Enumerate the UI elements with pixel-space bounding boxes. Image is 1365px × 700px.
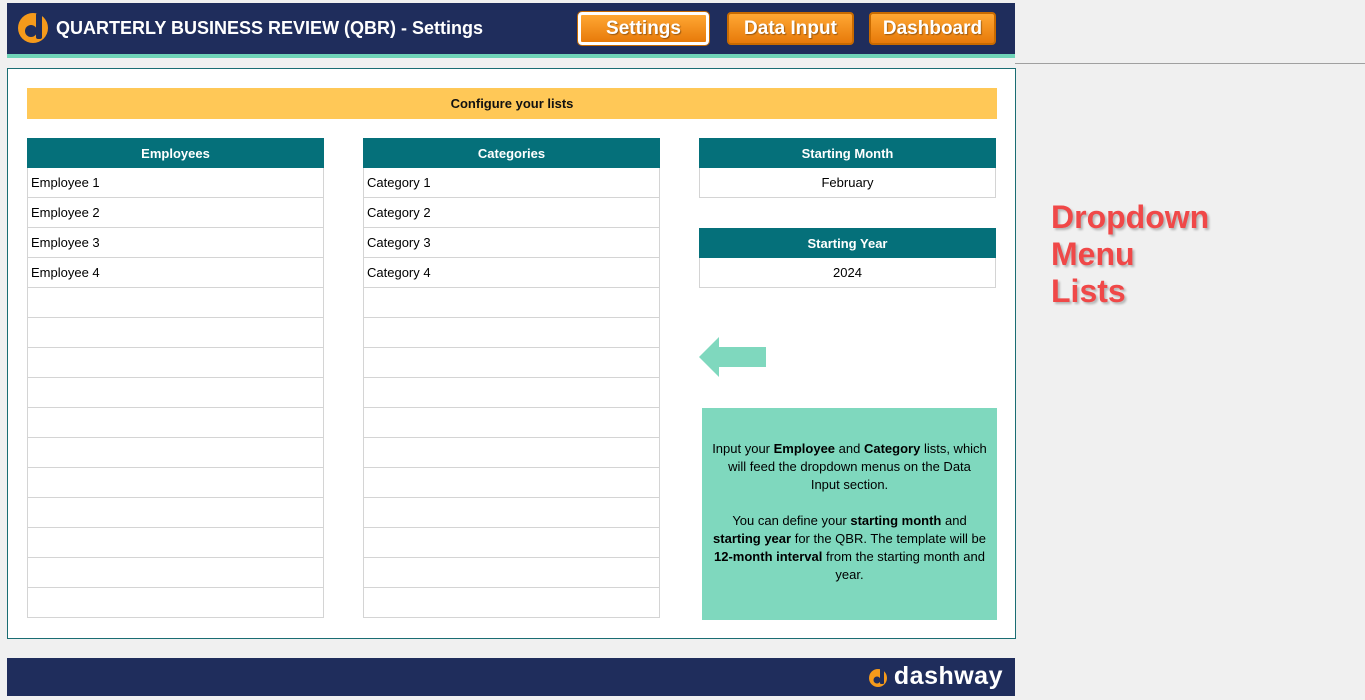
employee-row[interactable]: Employee 3	[27, 228, 324, 258]
employee-row[interactable]	[27, 588, 324, 618]
category-row[interactable]	[363, 408, 660, 438]
employees-header: Employees	[27, 138, 324, 168]
category-row[interactable]	[363, 558, 660, 588]
employee-row[interactable]	[27, 558, 324, 588]
side-label-line: Menu	[1051, 236, 1135, 272]
category-row[interactable]: Category 4	[363, 258, 660, 288]
left-arrow-icon	[699, 337, 766, 377]
employee-row[interactable]	[27, 318, 324, 348]
category-row[interactable]	[363, 528, 660, 558]
dropdown-menu-lists-label: Dropdown Menu Lists	[1051, 199, 1209, 310]
starting-month-field: Starting Month February	[699, 138, 996, 198]
top-header-bar: QUARTERLY BUSINESS REVIEW (QBR) - Settin…	[7, 3, 1015, 54]
category-row[interactable]	[363, 348, 660, 378]
employee-row[interactable]	[27, 408, 324, 438]
category-row[interactable]: Category 2	[363, 198, 660, 228]
employee-row[interactable]	[27, 348, 324, 378]
instructions-note: Input your Employee and Category lists, …	[702, 408, 997, 620]
employee-row[interactable]	[27, 498, 324, 528]
category-row[interactable]	[363, 588, 660, 618]
categories-list: Categories Category 1 Category 2 Category …	[363, 138, 660, 618]
category-row[interactable]	[363, 498, 660, 528]
dashway-footer-logo-icon	[868, 666, 887, 687]
data-input-button[interactable]: Data Input	[727, 12, 854, 45]
category-row[interactable]	[363, 288, 660, 318]
starting-month-header: Starting Month	[699, 138, 996, 168]
employee-row[interactable]	[27, 288, 324, 318]
category-row[interactable]	[363, 438, 660, 468]
category-row[interactable]	[363, 318, 660, 348]
settings-panel: Configure your lists Employees Employee …	[7, 68, 1016, 639]
employee-row[interactable]	[27, 528, 324, 558]
employee-row[interactable]	[27, 438, 324, 468]
dashway-logo-icon	[18, 13, 48, 43]
category-row[interactable]	[363, 378, 660, 408]
sheet-divider-line	[1015, 63, 1365, 64]
category-row[interactable]: Category 1	[363, 168, 660, 198]
employee-row[interactable]	[27, 378, 324, 408]
employees-list: Employees Employee 1 Employee 2 Employee 3…	[27, 138, 324, 618]
header-accent-stripe	[7, 54, 1015, 58]
configure-lists-banner: Configure your lists	[27, 88, 997, 119]
category-row[interactable]	[363, 468, 660, 498]
starting-year-header: Starting Year	[699, 228, 996, 258]
category-row[interactable]: Category 3	[363, 228, 660, 258]
side-label-line: Dropdown	[1051, 199, 1210, 235]
footer-brand-name: dashway	[893, 662, 1003, 690]
starting-year-cell[interactable]: 2024	[699, 258, 996, 288]
categories-header: Categories	[363, 138, 660, 168]
employee-row[interactable]: Employee 1	[27, 168, 324, 198]
footer-brand: dashway	[868, 662, 1003, 691]
note-paragraph-dates: You can define your starting month and s…	[713, 513, 986, 582]
note-paragraph-lists: Input your Employee and Category lists, …	[712, 441, 987, 492]
employee-row[interactable]: Employee 2	[27, 198, 324, 228]
starting-year-field: Starting Year 2024	[699, 228, 996, 288]
starting-month-cell[interactable]: February	[699, 168, 996, 198]
settings-button[interactable]: Settings	[578, 12, 709, 45]
footer-bar: dashway	[7, 658, 1015, 696]
side-label-line: Lists	[1051, 273, 1126, 309]
dashboard-button[interactable]: Dashboard	[869, 12, 996, 45]
employee-row[interactable]: Employee 4	[27, 258, 324, 288]
employee-row[interactable]	[27, 468, 324, 498]
app-title: QUARTERLY BUSINESS REVIEW (QBR) - Settin…	[56, 18, 484, 38]
